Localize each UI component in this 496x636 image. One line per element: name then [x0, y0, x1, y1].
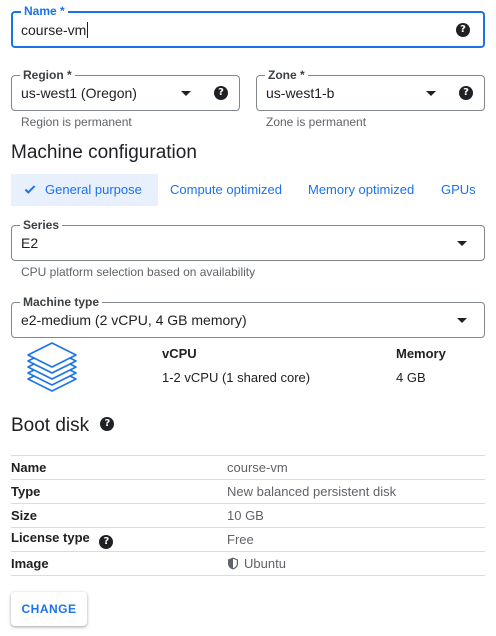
tab-label: Memory optimized	[308, 182, 415, 197]
boot-disk-title-text: Boot disk	[11, 415, 90, 436]
tab-label: GPUs	[441, 182, 476, 197]
row-key: Image	[11, 551, 227, 576]
tab-label: General purpose	[45, 182, 142, 197]
shield-icon	[228, 557, 238, 570]
row-value: 10 GB	[227, 503, 485, 528]
row-key: Name	[11, 455, 227, 480]
dropdown-arrow-icon[interactable]	[181, 91, 191, 96]
row-value: course-vm	[227, 455, 485, 480]
memory-header: Memory	[396, 346, 446, 361]
region-hint: Region is permanent	[21, 115, 132, 129]
change-button[interactable]: CHANGE	[11, 592, 87, 626]
series-select[interactable]: Series E2	[11, 218, 485, 261]
table-row: License type ? Free	[11, 527, 485, 552]
vcpu-value: 1-2 vCPU (1 shared core)	[162, 370, 311, 385]
series-value: E2	[21, 235, 39, 251]
tab-compute-optimized[interactable]: Compute optimized	[170, 174, 282, 206]
row-value-image: Ubuntu	[227, 551, 485, 576]
text-cursor	[87, 22, 89, 38]
tab-gpus[interactable]: GPUs	[441, 174, 476, 206]
series-label: Series	[20, 218, 63, 232]
dropdown-arrow-icon[interactable]	[426, 91, 436, 96]
zone-hint: Zone is permanent	[266, 115, 367, 129]
table-row: Image Ubuntu	[11, 551, 485, 576]
row-key: Type	[11, 479, 227, 504]
help-icon[interactable]: ?	[99, 535, 114, 549]
zone-label: Zone *	[265, 68, 308, 82]
help-icon[interactable]: ?	[456, 23, 470, 37]
region-label: Region *	[20, 68, 75, 82]
layers-icon	[27, 342, 77, 392]
row-key: License type	[11, 530, 90, 545]
machine-type-value: e2-medium (2 vCPU, 4 GB memory)	[21, 312, 247, 328]
name-input[interactable]: course-vm	[21, 22, 89, 38]
name-input-value: course-vm	[21, 22, 87, 38]
name-field[interactable]: Name * course-vm ?	[11, 4, 485, 48]
machine-type-select[interactable]: Machine type e2-medium (2 vCPU, 4 GB mem…	[11, 295, 485, 338]
tab-general-purpose[interactable]: General purpose	[11, 174, 158, 206]
region-select[interactable]: Region * us-west1 (Oregon) ?	[11, 68, 240, 111]
memory-value: 4 GB	[396, 370, 426, 385]
boot-disk-table: Name course-vm Type New balanced persist…	[11, 455, 485, 576]
table-row: Name course-vm	[11, 455, 485, 480]
row-value: Ubuntu	[244, 556, 286, 571]
vcpu-header: vCPU	[162, 346, 197, 361]
row-key: Size	[11, 503, 227, 528]
help-icon[interactable]: ?	[459, 86, 473, 100]
zone-select[interactable]: Zone * us-west1-b ?	[256, 68, 485, 111]
help-icon[interactable]: ?	[214, 86, 228, 100]
check-icon	[24, 183, 36, 194]
machine-type-label: Machine type	[20, 295, 103, 309]
tab-label: Compute optimized	[170, 182, 282, 197]
zone-value: us-west1-b	[266, 85, 335, 101]
dropdown-arrow-icon[interactable]	[457, 241, 467, 246]
help-icon[interactable]: ?	[100, 416, 115, 431]
series-hint: CPU platform selection based on availabi…	[21, 265, 256, 279]
dropdown-arrow-icon[interactable]	[457, 318, 467, 323]
machine-configuration-title: Machine configuration	[11, 142, 197, 163]
name-field-label: Name *	[21, 4, 68, 18]
tab-memory-optimized[interactable]: Memory optimized	[308, 174, 414, 206]
region-value: us-west1 (Oregon)	[21, 85, 137, 101]
table-row: Type New balanced persistent disk	[11, 479, 485, 504]
row-value: Free	[227, 527, 485, 552]
table-row: Size 10 GB	[11, 503, 485, 528]
row-key-with-help: License type ?	[11, 527, 227, 552]
boot-disk-title: Boot disk ?	[11, 415, 115, 437]
row-value: New balanced persistent disk	[227, 479, 485, 504]
